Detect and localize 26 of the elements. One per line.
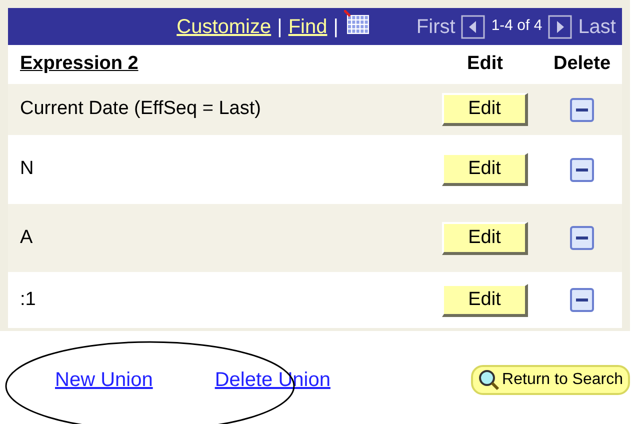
column-header-link[interactable]: Expression 2 xyxy=(8,50,428,79)
delete-row-icon[interactable] xyxy=(570,98,594,122)
edit-button[interactable]: Edit xyxy=(442,284,528,316)
table-cell-text: A xyxy=(19,226,34,250)
return-to-search-button[interactable]: Return to Search xyxy=(471,365,630,395)
column-header: Edit xyxy=(466,52,504,76)
edit-button[interactable]: Edit xyxy=(442,93,528,126)
new-union-link[interactable]: New Union xyxy=(55,365,153,395)
delete-row-icon[interactable] xyxy=(570,288,594,312)
edit-button[interactable]: Edit xyxy=(442,153,528,186)
find-link[interactable]: Find xyxy=(288,12,328,42)
customize-link[interactable]: Customize xyxy=(176,12,272,42)
table-cell-text: :1 xyxy=(19,288,37,312)
search-icon xyxy=(478,369,500,391)
first-label: First xyxy=(416,14,456,40)
record-range: 1-4 of 4 xyxy=(491,16,542,36)
edit-button[interactable]: Edit xyxy=(442,222,528,254)
separator: | xyxy=(333,14,338,40)
table-cell-text: Current Date (EffSeq = Last) xyxy=(19,97,262,122)
table-cell-text: N xyxy=(19,157,35,182)
grid-download-icon[interactable] xyxy=(344,10,370,36)
column-header: Delete xyxy=(552,52,612,76)
separator: | xyxy=(277,14,282,40)
delete-row-icon[interactable] xyxy=(570,158,594,182)
last-label: Last xyxy=(578,14,616,40)
delete-row-icon[interactable] xyxy=(570,226,594,250)
